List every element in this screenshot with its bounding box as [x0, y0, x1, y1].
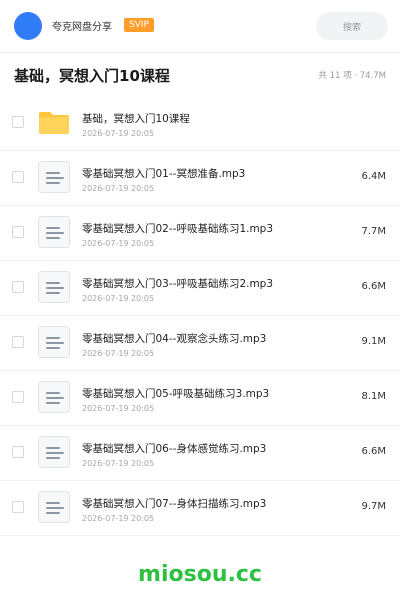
file-date: 2026-07-19 20:05: [82, 459, 155, 468]
file-size: 7.7M: [361, 226, 386, 237]
file-size: 6.6M: [361, 446, 386, 457]
audio-file-icon: [38, 161, 70, 193]
list-item[interactable]: 零基础冥想入门01--冥想准备.mp3 2026-07-19 20:05 6.4…: [0, 151, 400, 206]
audio-file-icon: [38, 491, 70, 523]
file-date: 2026-07-19 20:05: [82, 294, 155, 303]
file-name[interactable]: 基础，冥想入门10课程: [82, 111, 190, 126]
folder-icon: [38, 106, 70, 138]
select-checkbox[interactable]: [12, 501, 24, 513]
select-checkbox[interactable]: [12, 281, 24, 293]
list-item[interactable]: 零基础冥想入门02--呼吸基础练习1.mp3 2026-07-19 20:05 …: [0, 206, 400, 261]
file-name[interactable]: 零基础冥想入门04--观察念头练习.mp3: [82, 331, 266, 346]
select-checkbox[interactable]: [12, 391, 24, 403]
select-checkbox[interactable]: [12, 171, 24, 183]
search-placeholder: 搜索: [342, 22, 361, 33]
file-name[interactable]: 零基础冥想入门02--呼吸基础练习1.mp3: [82, 221, 273, 236]
audio-file-icon: [38, 326, 70, 358]
list-item[interactable]: 零基础冥想入门04--观察念头练习.mp3 2026-07-19 20:05 9…: [0, 316, 400, 371]
file-date: 2026-07-19 20:05: [82, 129, 155, 138]
file-date: 2026-07-19 20:05: [82, 514, 155, 523]
file-date: 2026-07-19 20:05: [82, 184, 155, 193]
file-name[interactable]: 零基础冥想入门05-呼吸基础练习3.mp3: [82, 386, 269, 401]
select-checkbox[interactable]: [12, 226, 24, 238]
select-checkbox[interactable]: [12, 446, 24, 458]
file-size: 6.6M: [361, 281, 386, 292]
audio-file-icon: [38, 271, 70, 303]
list-item[interactable]: 零基础冥想入门06--身体感觉练习.mp3 2026-07-19 20:05 6…: [0, 426, 400, 481]
file-name[interactable]: 零基础冥想入门03--呼吸基础练习2.mp3: [82, 276, 273, 291]
file-date: 2026-07-19 20:05: [82, 404, 155, 413]
file-date: 2026-07-19 20:05: [82, 239, 155, 248]
file-size: 8.1M: [361, 391, 386, 402]
page-title: 基础，冥想入门10课程: [14, 67, 170, 85]
file-list: 基础，冥想入门10课程 2026-07-19 20:05 零基础冥想入门01--…: [0, 96, 400, 536]
item-count: 共 11 项 · 74.7M: [318, 71, 386, 81]
file-name[interactable]: 零基础冥想入门07--身体扫描练习.mp3: [82, 496, 266, 511]
account-name[interactable]: 夸克网盘分享: [52, 18, 112, 33]
app-header: 夸克网盘分享 SVIP 搜索: [0, 0, 400, 53]
search-input[interactable]: 搜索: [316, 12, 388, 40]
list-item[interactable]: 基础，冥想入门10课程 2026-07-19 20:05: [0, 96, 400, 151]
avatar[interactable]: [14, 12, 42, 40]
title-bar: 基础，冥想入门10课程 共 11 项 · 74.7M: [0, 52, 400, 97]
file-size: 9.7M: [361, 501, 386, 512]
list-item[interactable]: 零基础冥想入门03--呼吸基础练习2.mp3 2026-07-19 20:05 …: [0, 261, 400, 316]
list-item[interactable]: 零基础冥想入门07--身体扫描练习.mp3 2026-07-19 20:05 9…: [0, 481, 400, 536]
file-size: 6.4M: [361, 171, 386, 182]
list-item[interactable]: 零基础冥想入门05-呼吸基础练习3.mp3 2026-07-19 20:05 8…: [0, 371, 400, 426]
audio-file-icon: [38, 216, 70, 248]
watermark: miosou.cc: [138, 562, 262, 587]
file-name[interactable]: 零基础冥想入门06--身体感觉练习.mp3: [82, 441, 266, 456]
file-size: 9.1M: [361, 336, 386, 347]
file-name[interactable]: 零基础冥想入门01--冥想准备.mp3: [82, 166, 245, 181]
svip-badge: SVIP: [124, 18, 154, 32]
file-date: 2026-07-19 20:05: [82, 349, 155, 358]
select-checkbox[interactable]: [12, 336, 24, 348]
folder-icon-graphic: [39, 112, 69, 134]
select-checkbox[interactable]: [12, 116, 24, 128]
audio-file-icon: [38, 436, 70, 468]
audio-file-icon: [38, 381, 70, 413]
